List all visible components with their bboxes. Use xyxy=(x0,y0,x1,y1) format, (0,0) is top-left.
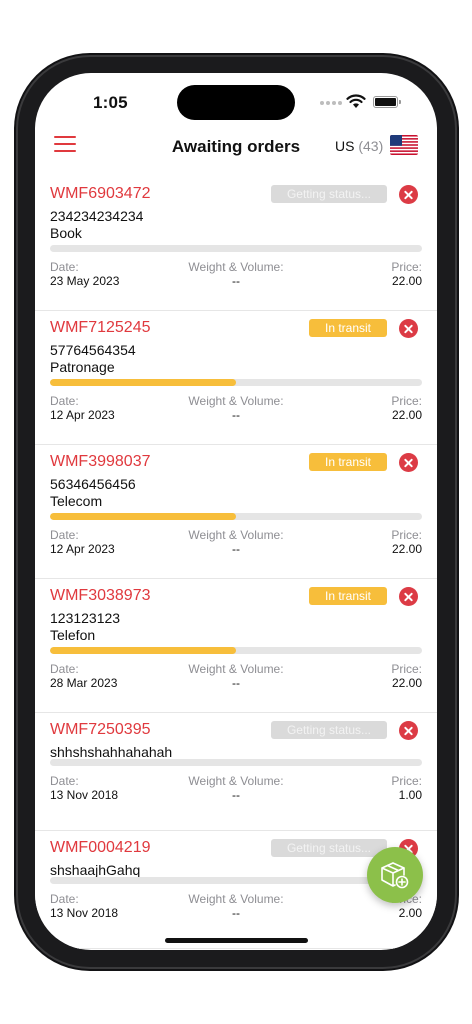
tracking-number: 56346456456 xyxy=(50,476,136,492)
order-card[interactable]: WMF3038973 In transit 123123123 Telefon … xyxy=(35,579,437,713)
order-card[interactable]: WMF7250395 Getting status... shhshshahha… xyxy=(35,713,437,831)
status-badge: In transit xyxy=(309,587,387,605)
progress-fill xyxy=(50,513,236,520)
progress-bar xyxy=(50,245,422,252)
app-screen: 1:05 Awaiting orders US (43) WMF6903472 … xyxy=(35,73,437,950)
remove-order-icon[interactable] xyxy=(399,587,418,606)
status-badge: In transit xyxy=(309,319,387,337)
dynamic-island xyxy=(177,85,295,120)
progress-bar xyxy=(50,513,422,520)
add-package-button[interactable] xyxy=(367,847,423,903)
home-indicator xyxy=(165,938,308,943)
progress-bar xyxy=(50,647,422,654)
tracking-number: 234234234234 xyxy=(50,208,144,224)
status-badge: Getting status... xyxy=(271,721,387,739)
remove-order-icon[interactable] xyxy=(399,319,418,338)
price-label: Price: xyxy=(391,774,422,788)
price-label: Price: xyxy=(391,260,422,274)
order-id: WMF0004219 xyxy=(50,839,151,856)
remove-order-icon[interactable] xyxy=(399,185,418,204)
order-card[interactable]: WMF6903472 Getting status... 23423423423… xyxy=(35,177,437,311)
order-description: Telecom xyxy=(50,493,103,509)
tracking-number: shhshshahhahahah xyxy=(50,744,173,760)
tracking-number: 57764564354 xyxy=(50,342,136,358)
order-card[interactable]: WMF7125245 In transit 57764564354 Patron… xyxy=(35,311,437,445)
weight-volume-label: Weight & Volume: xyxy=(188,528,284,542)
status-badge: Getting status... xyxy=(271,839,387,857)
price-label: Price: xyxy=(391,662,422,676)
order-description: Telefon xyxy=(50,627,96,643)
weight-volume-label: Weight & Volume: xyxy=(188,662,284,676)
status-bar: 1:05 xyxy=(35,73,437,131)
region-selector[interactable]: US (43) xyxy=(335,138,383,154)
price-label: Price: xyxy=(391,394,422,408)
status-time: 1:05 xyxy=(93,93,128,112)
order-id: WMF3038973 xyxy=(50,587,151,604)
wifi-icon xyxy=(346,94,366,108)
order-description: Book xyxy=(50,225,82,241)
weight-volume-value: -- xyxy=(232,788,240,802)
navigation-bar: Awaiting orders US (43) xyxy=(35,131,437,177)
remove-order-icon[interactable] xyxy=(399,721,418,740)
weight-volume-label: Weight & Volume: xyxy=(188,774,284,788)
order-id: WMF3998037 xyxy=(50,453,151,470)
status-badge: In transit xyxy=(309,453,387,471)
weight-volume-value: -- xyxy=(232,274,240,288)
order-card[interactable]: WMF3998037 In transit 56346456456 Teleco… xyxy=(35,445,437,579)
progress-bar xyxy=(50,759,422,766)
us-flag-icon[interactable] xyxy=(390,135,418,155)
orders-list: WMF6903472 Getting status... 23423423423… xyxy=(35,177,437,949)
tracking-number: shshaajhGahq xyxy=(50,862,141,878)
progress-fill xyxy=(50,647,236,654)
region-code: US xyxy=(335,138,355,154)
order-description: Patronage xyxy=(50,359,115,375)
cellular-signal-icon xyxy=(320,101,342,105)
price-label: Price: xyxy=(391,528,422,542)
remove-order-icon[interactable] xyxy=(399,453,418,472)
order-price: 1.00 xyxy=(398,788,422,802)
status-badge: Getting status... xyxy=(271,185,387,203)
region-count: (43) xyxy=(358,138,384,154)
add-package-icon xyxy=(381,862,409,889)
weight-volume-value: -- xyxy=(232,676,240,690)
order-price: 22.00 xyxy=(391,408,422,422)
weight-volume-label: Weight & Volume: xyxy=(188,394,284,408)
order-id: WMF6903472 xyxy=(50,185,151,202)
weight-volume-label: Weight & Volume: xyxy=(188,260,284,274)
order-id: WMF7250395 xyxy=(50,721,151,738)
order-price: 22.00 xyxy=(391,274,422,288)
weight-volume-value: -- xyxy=(232,906,240,920)
weight-volume-value: -- xyxy=(232,408,240,422)
power-button xyxy=(455,320,459,420)
progress-bar xyxy=(50,379,422,386)
battery-icon xyxy=(373,96,401,108)
order-price: 22.00 xyxy=(391,676,422,690)
progress-fill xyxy=(50,379,236,386)
weight-volume-value: -- xyxy=(232,542,240,556)
order-price: 2.00 xyxy=(398,906,422,920)
tracking-number: 123123123 xyxy=(50,610,121,626)
order-id: WMF7125245 xyxy=(50,319,151,336)
order-price: 22.00 xyxy=(391,542,422,556)
